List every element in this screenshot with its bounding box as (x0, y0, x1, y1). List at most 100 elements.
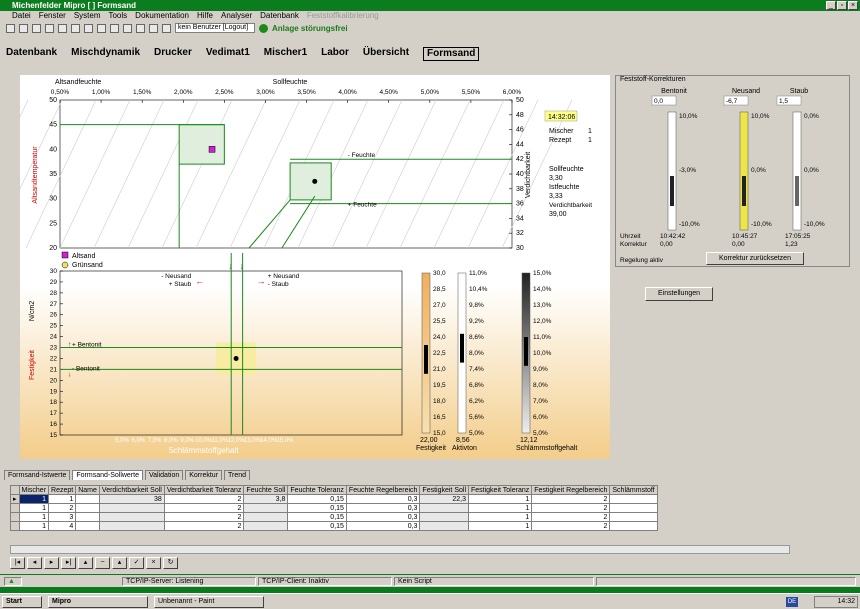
menu-feststoffkalibrierung[interactable]: Feststoffkalibrierung (307, 11, 379, 21)
column-header[interactable]: Feuchte Regelbereich (345, 485, 421, 495)
table-cell[interactable]: 38 (98, 494, 165, 504)
table-cell[interactable]: 1 (18, 503, 50, 513)
horizontal-scrollbar[interactable] (10, 545, 790, 554)
table-cell[interactable]: 2 (531, 494, 611, 504)
user-icon[interactable] (162, 23, 171, 33)
column-header[interactable]: Festigkeit Soll (419, 485, 469, 495)
table-cell[interactable] (75, 494, 100, 504)
reset-korrektur-button[interactable]: Korrektur zurücksetzen (706, 252, 804, 265)
user-field[interactable]: kein Benutzer [Logout] (175, 23, 255, 33)
table-cell[interactable]: 0,3 (345, 512, 421, 522)
chart-icon[interactable] (136, 23, 145, 33)
nav-delete-button[interactable]: − (95, 557, 110, 569)
row-selector[interactable] (10, 503, 20, 513)
tab-datenbank[interactable]: Datenbank (6, 47, 57, 61)
table-cell[interactable]: 1 (467, 512, 533, 522)
table-cell[interactable] (98, 503, 165, 513)
table-cell[interactable] (98, 521, 165, 531)
nav-edit-button[interactable]: ▴ (112, 557, 127, 569)
table-cell[interactable] (419, 503, 469, 513)
grid-icon[interactable] (84, 23, 93, 33)
table-row[interactable]: ▸ 1 1 38 2 3,8 0,15 0,3 22,3 1 2 (10, 494, 658, 504)
menu-hilfe[interactable]: Hilfe (197, 11, 213, 21)
table-cell[interactable]: 2 (163, 503, 245, 513)
nav-last-button[interactable]: ▸| (61, 557, 76, 569)
tab-formsand[interactable]: Formsand (423, 47, 480, 61)
cut-icon[interactable] (45, 23, 54, 33)
new-icon[interactable] (6, 23, 15, 33)
table-cell[interactable]: 1 (467, 521, 533, 531)
table-cell[interactable]: 0,15 (287, 503, 347, 513)
table-cell[interactable]: 2 (48, 503, 77, 513)
tab-drucker[interactable]: Drucker (154, 47, 192, 61)
column-header[interactable]: Feuchte Toleranz (287, 485, 347, 495)
table-cell[interactable] (75, 521, 100, 531)
table-cell[interactable]: 2 (163, 521, 245, 531)
table-cell[interactable]: 1 (467, 503, 533, 513)
open-icon[interactable] (19, 23, 28, 33)
column-header[interactable]: Verdichtbarkeit Toleranz (163, 485, 245, 495)
tab-uebersicht[interactable]: Übersicht (363, 47, 409, 61)
gridtab-validation[interactable]: Validation (145, 470, 184, 480)
table-cell[interactable] (243, 521, 289, 531)
column-header[interactable]: Festigkeit Toleranz (467, 485, 533, 495)
row-selector[interactable]: ▸ (10, 494, 20, 504)
save-icon[interactable] (32, 23, 41, 33)
table-cell[interactable]: 2 (531, 521, 611, 531)
table-cell[interactable]: 0,3 (345, 521, 421, 531)
gridtab-istwerte[interactable]: Formsand-Istwerte (4, 470, 71, 480)
menu-analyser[interactable]: Analyser (221, 11, 252, 21)
menu-fenster[interactable]: Fenster (39, 11, 66, 21)
gridtab-trend[interactable]: Trend (224, 470, 251, 480)
column-header[interactable]: Rezept (48, 485, 77, 495)
row-selector[interactable] (10, 521, 20, 531)
start-button[interactable]: Start (2, 596, 42, 608)
tab-mischdynamik[interactable]: Mischdynamik (71, 47, 140, 61)
taskbar-paint[interactable]: Unbenannt - Paint (154, 596, 264, 608)
table-cell[interactable] (243, 512, 289, 522)
taskbar-mipro[interactable]: Mipro (48, 596, 148, 608)
nav-refresh-button[interactable]: ↻ (163, 557, 178, 569)
table-cell[interactable]: 1 (467, 494, 533, 504)
row-selector[interactable] (10, 512, 20, 522)
nav-cancel-button[interactable]: × (146, 557, 161, 569)
table-cell[interactable]: 4 (48, 521, 77, 531)
tools-icon[interactable] (149, 23, 158, 33)
menu-dokumentation[interactable]: Dokumentation (135, 11, 189, 21)
gridtab-sollwerte[interactable]: Formsand-Sollwerte (72, 470, 143, 480)
table-cell[interactable] (243, 503, 289, 513)
column-header[interactable]: Name (75, 485, 100, 495)
column-header[interactable]: Festigkeit Regelbereich (531, 485, 611, 495)
menu-tools[interactable]: Tools (108, 11, 127, 21)
column-header[interactable]: Schlämmstoff (609, 485, 658, 495)
table-cell[interactable] (98, 512, 165, 522)
sollwerte-table[interactable]: Mischer Rezept Name Verdichtbarkeit Soll Ver… (10, 485, 658, 531)
table-cell[interactable] (609, 512, 658, 522)
table-cell[interactable]: 0,3 (345, 503, 421, 513)
nav-next-button[interactable]: ▸ (44, 557, 59, 569)
print-icon[interactable] (123, 23, 132, 33)
table-cell[interactable]: 22,3 (419, 494, 469, 504)
close-button[interactable]: × (848, 1, 858, 10)
table-row[interactable]: 1 3 2 0,15 0,3 1 2 (10, 512, 658, 522)
menu-datenbank[interactable]: Datenbank (260, 11, 299, 21)
table-cell[interactable]: 1 (18, 521, 50, 531)
table-cell[interactable]: 1 (18, 512, 50, 522)
table-cell[interactable] (609, 521, 658, 531)
nav-first-button[interactable]: |◂ (10, 557, 25, 569)
table-row[interactable]: 1 4 2 0,15 0,3 1 2 (10, 521, 658, 531)
table-cell[interactable]: 2 (163, 512, 245, 522)
minimize-button[interactable]: _ (826, 1, 836, 10)
nav-prev-button[interactable]: ◂ (27, 557, 42, 569)
table-icon[interactable] (97, 23, 106, 33)
table-cell[interactable]: 0,15 (287, 494, 347, 504)
menu-datei[interactable]: Datei (12, 11, 31, 21)
table-cell[interactable] (75, 503, 100, 513)
copy-icon[interactable] (58, 23, 67, 33)
table-cell[interactable]: 2 (163, 494, 245, 504)
column-header[interactable]: Feuchte Soll (243, 485, 289, 495)
menu-system[interactable]: System (74, 11, 101, 21)
table-cell[interactable] (419, 521, 469, 531)
table-cell[interactable]: 3,8 (243, 494, 289, 504)
table-cell[interactable] (419, 512, 469, 522)
